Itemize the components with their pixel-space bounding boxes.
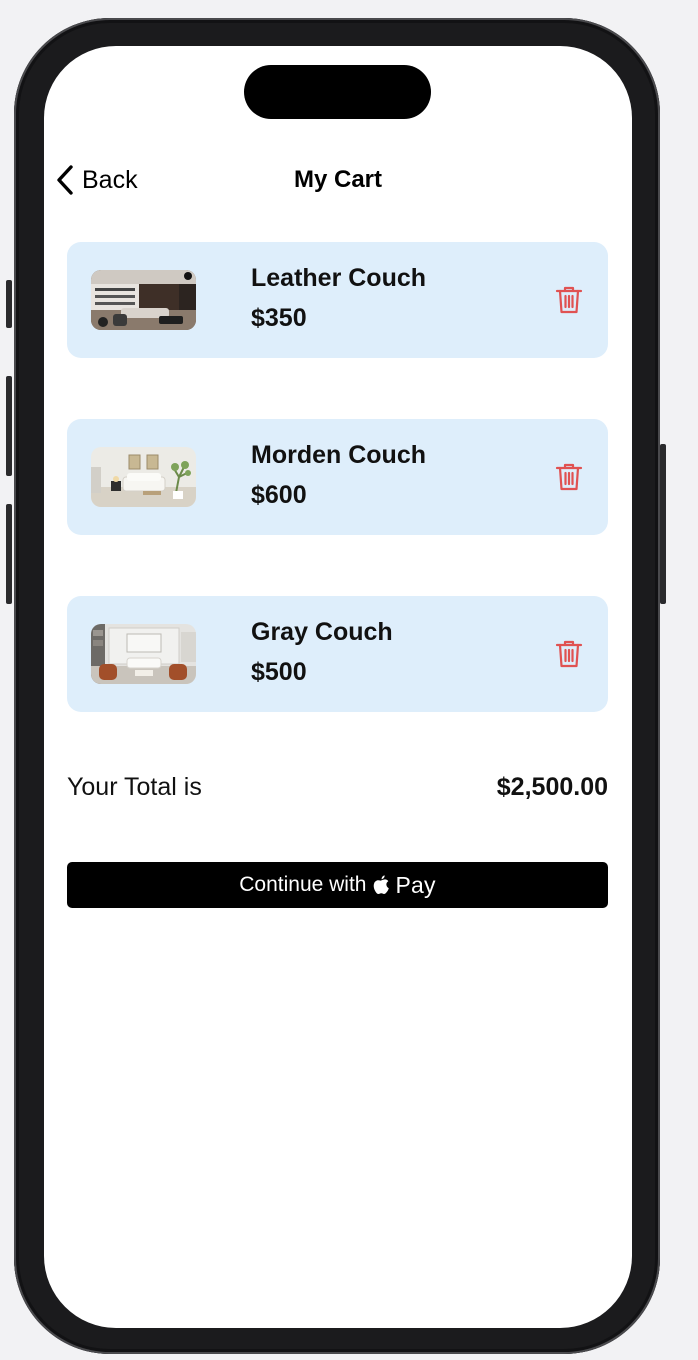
item-name: Gray Couch [251,618,393,646]
item-price: $600 [251,481,307,509]
navigation-bar: Back My Cart [44,160,632,200]
living-room-white-photo-icon [91,447,196,507]
cart-item-card: Leather Couch $350 [67,242,608,358]
product-thumbnail [91,270,196,330]
cart-item-card: Gray Couch $500 [67,596,608,712]
cart-item-card: Morden Couch $600 [67,419,608,535]
item-price: $500 [251,658,307,686]
continue-with-apple-pay-button[interactable]: Continue with Pay [67,862,608,908]
total-label: Your Total is [67,773,202,801]
pay-button-prefix: Continue with [239,873,367,896]
item-name: Leather Couch [251,264,427,292]
delete-item-button[interactable] [555,639,583,669]
volume-up-button [6,376,12,476]
silent-switch [6,280,12,328]
power-button [660,444,666,604]
pay-button-brand: Pay [395,871,436,898]
total-value: $2,500.00 [496,773,608,801]
living-room-gray-photo-icon [91,624,196,684]
trash-icon [555,640,583,668]
product-thumbnail [91,624,196,684]
item-name: Morden Couch [251,441,426,469]
volume-down-button [6,504,12,604]
delete-item-button[interactable] [555,285,583,315]
cart-page: Back My Cart Leather Couch $350 Morden C… [44,46,632,1328]
item-price: $350 [251,304,307,332]
apple-logo-icon [373,874,389,894]
living-room-dark-photo-icon [91,270,196,330]
delete-item-button[interactable] [555,462,583,492]
trash-icon [555,463,583,491]
product-thumbnail [91,447,196,507]
trash-icon [555,286,583,314]
page-title: My Cart [293,166,383,193]
